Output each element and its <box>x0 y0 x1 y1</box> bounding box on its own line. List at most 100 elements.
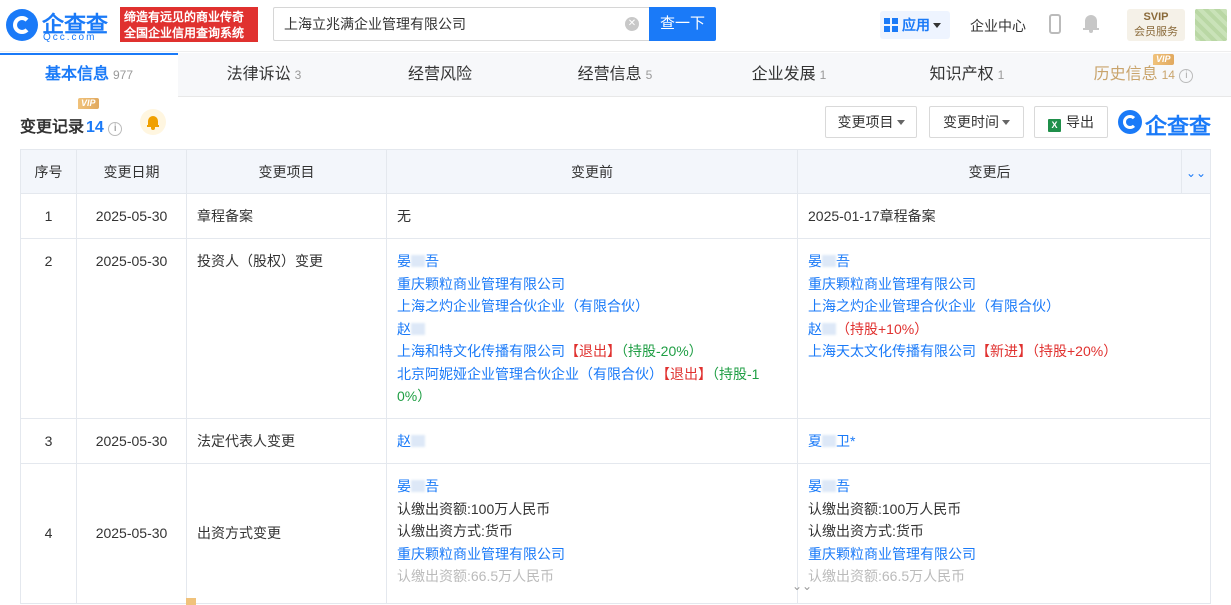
clear-icon[interactable]: ✕ <box>625 17 639 31</box>
member-service-label: 会员服务 <box>1134 26 1178 38</box>
chevron-down-icon <box>933 23 941 28</box>
row-index: 3 <box>20 418 77 464</box>
tab-ip[interactable]: 知识产权 1 <box>878 53 1056 97</box>
shareholder-link[interactable]: 重庆颗粒商业管理有限公司 <box>397 273 787 296</box>
enterprise-center-link[interactable]: 企业中心 <box>970 16 1026 36</box>
row-date: 2025-05-30 <box>76 418 187 464</box>
watermark-logo: 企查查 <box>1118 108 1212 139</box>
change-item-filter[interactable]: 变更项目 <box>825 106 917 138</box>
share-change: （持股+20%） <box>1032 343 1118 359</box>
export-button[interactable]: X 导出 <box>1034 106 1108 138</box>
shareholder-link[interactable]: 上海之灼企业管理合伙企业（有限合伙） <box>397 295 787 318</box>
tab-label: 法律诉讼 <box>226 66 291 83</box>
masked-name <box>411 322 425 335</box>
col-header-date: 变更日期 <box>76 149 187 194</box>
filter-label: 变更时间 <box>943 114 999 130</box>
share-change: 0%） <box>397 388 432 404</box>
tab-label: 企业发展 <box>751 66 816 83</box>
brand-logo-icon <box>6 9 38 41</box>
slogan-banner[interactable]: 缔造有远见的商业传奇 全国企业信用查询系统 <box>120 7 258 42</box>
tab-legal[interactable]: 法律诉讼 3 <box>178 53 350 97</box>
change-time-filter[interactable]: 变更时间 <box>929 106 1024 138</box>
capital-line: 认缴出资额:100万人民币 <box>397 500 551 517</box>
shareholder-link[interactable]: 上海之灼企业管理合伙企业（有限合伙） <box>808 295 1200 318</box>
masked-name <box>822 322 836 335</box>
shareholder-link[interactable]: 赵 <box>397 318 787 341</box>
phone-icon[interactable] <box>1049 14 1061 34</box>
table-row: 4 2025-05-30 出资方式变更 晏吾 认缴出资额:100万人民币 认缴出… <box>20 463 1211 604</box>
row-before: 晏吾 认缴出资额:100万人民币 认缴出资方式:货币 重庆颗粒商业管理有限公司 … <box>386 463 798 604</box>
svip-member-button[interactable]: SVIP 会员服务 <box>1127 9 1185 41</box>
chevron-down-icon <box>1002 120 1010 125</box>
double-chevron-down-icon: ⌄⌄ <box>1185 165 1207 180</box>
row-before: 晏吾 重庆颗粒商业管理有限公司 上海之灼企业管理合伙企业（有限合伙） 赵 上海和… <box>386 238 798 419</box>
shareholder-link[interactable]: 赵（持股+10%） <box>808 318 1200 341</box>
watermark-logo-text: 企查查 <box>1145 114 1212 139</box>
tab-history[interactable]: 历史信息 14 i <box>1056 53 1231 97</box>
info-icon[interactable]: i <box>1179 69 1194 83</box>
col-header-item: 变更项目 <box>186 149 387 194</box>
row-date: 2025-05-30 <box>76 193 187 239</box>
slogan-line-1: 缔造有远见的商业传奇 <box>124 10 245 24</box>
col-header-index: 序号 <box>20 149 77 194</box>
app-grid-icon <box>884 18 898 32</box>
tab-label: 知识产权 <box>929 66 994 83</box>
capital-line: 认缴出资方式:货币 <box>397 523 513 539</box>
brand-domain: Qcc.com <box>43 32 97 43</box>
info-icon[interactable]: i <box>108 122 123 136</box>
search-bar: 上海立兆满企业管理有限公司 ✕ 查一下 <box>273 7 716 41</box>
app-menu-button[interactable]: 应用 <box>880 11 950 39</box>
tab-count: 1 <box>819 68 827 82</box>
row-after: 2025-01-17章程备案 <box>797 193 1211 239</box>
masked-name <box>822 255 836 267</box>
shareholder-link[interactable]: 重庆颗粒商业管理有限公司 <box>397 543 787 566</box>
expand-all-button[interactable]: ⌄⌄ <box>1181 149 1211 194</box>
tab-label: 基本信息 <box>44 66 109 83</box>
shareholder-link[interactable]: 北京阿妮娅企业管理合伙企业（有限合伙）【退出】（持股-1 0%） <box>397 363 787 408</box>
avatar[interactable] <box>1195 9 1227 41</box>
row-date: 2025-05-30 <box>76 463 187 604</box>
shareholder-link[interactable]: 晏吾 <box>397 250 787 273</box>
tab-count: 14 <box>1161 68 1175 82</box>
tab-business-risk[interactable]: 经营风险 <box>350 53 530 97</box>
row-after: 夏卫* <box>797 418 1211 464</box>
masked-name <box>822 480 836 492</box>
shareholder-link[interactable]: 晏吾 <box>808 475 1200 498</box>
table-header-row: 序号 变更日期 变更项目 变更前 变更后 ⌄⌄ <box>20 149 1211 194</box>
tab-label: 经营信息 <box>577 66 642 83</box>
row-index: 2 <box>20 238 77 419</box>
tab-business-info[interactable]: 经营信息 5 <box>530 53 700 97</box>
tab-basic-info[interactable]: 基本信息 977 <box>0 53 178 97</box>
legal-rep-link[interactable]: 赵 <box>397 430 787 453</box>
bell-icon <box>147 116 159 130</box>
legal-rep-link[interactable]: 夏卫* <box>808 430 1200 453</box>
section-count: 14 <box>86 119 104 136</box>
search-input[interactable]: 上海立兆满企业管理有限公司 <box>273 7 649 41</box>
excel-icon: X <box>1048 119 1061 132</box>
brand-logo[interactable]: 企查查 Qcc.com <box>6 8 118 43</box>
vip-badge: VIP <box>78 98 99 109</box>
table-row: 2 2025-05-30 投资人（股权）变更 晏吾 重庆颗粒商业管理有限公司 上… <box>20 238 1211 419</box>
row-index: 4 <box>20 463 77 604</box>
shareholder-link[interactable]: 晏吾 <box>808 250 1200 273</box>
expand-more-icon[interactable]: ⌄⌄ <box>792 579 812 593</box>
tab-development[interactable]: 企业发展 1 <box>700 53 878 97</box>
col-header-before: 变更前 <box>386 149 798 194</box>
shareholder-link[interactable]: 重庆颗粒商业管理有限公司 <box>808 273 1200 296</box>
capital-line: 认缴出资额:100万人民币 <box>808 500 962 517</box>
search-button[interactable]: 查一下 <box>649 7 716 41</box>
table-row: 1 2025-05-30 章程备案 无 2025-01-17章程备案 <box>20 193 1211 239</box>
section-title-text: 变更记录 <box>20 119 85 136</box>
shareholder-link[interactable]: 晏吾 <box>397 475 787 498</box>
row-date: 2025-05-30 <box>76 238 187 419</box>
capital-line: 认缴出资方式:货币 <box>808 523 924 539</box>
notification-bell-icon[interactable] <box>1083 15 1099 33</box>
shareholder-link[interactable]: 上海天太文化传播有限公司【新进】（持股+20%） <box>808 340 1200 363</box>
shareholder-link[interactable]: 上海和特文化传播有限公司【退出】（持股-20%） <box>397 340 787 363</box>
tab-count: 5 <box>645 68 653 82</box>
row-before: 赵 <box>386 418 798 464</box>
shareholder-link[interactable]: 重庆颗粒商业管理有限公司 <box>808 543 1200 566</box>
tab-count: 977 <box>112 68 134 82</box>
chevron-down-icon <box>896 120 905 125</box>
tab-label: 历史信息 <box>1093 66 1158 83</box>
